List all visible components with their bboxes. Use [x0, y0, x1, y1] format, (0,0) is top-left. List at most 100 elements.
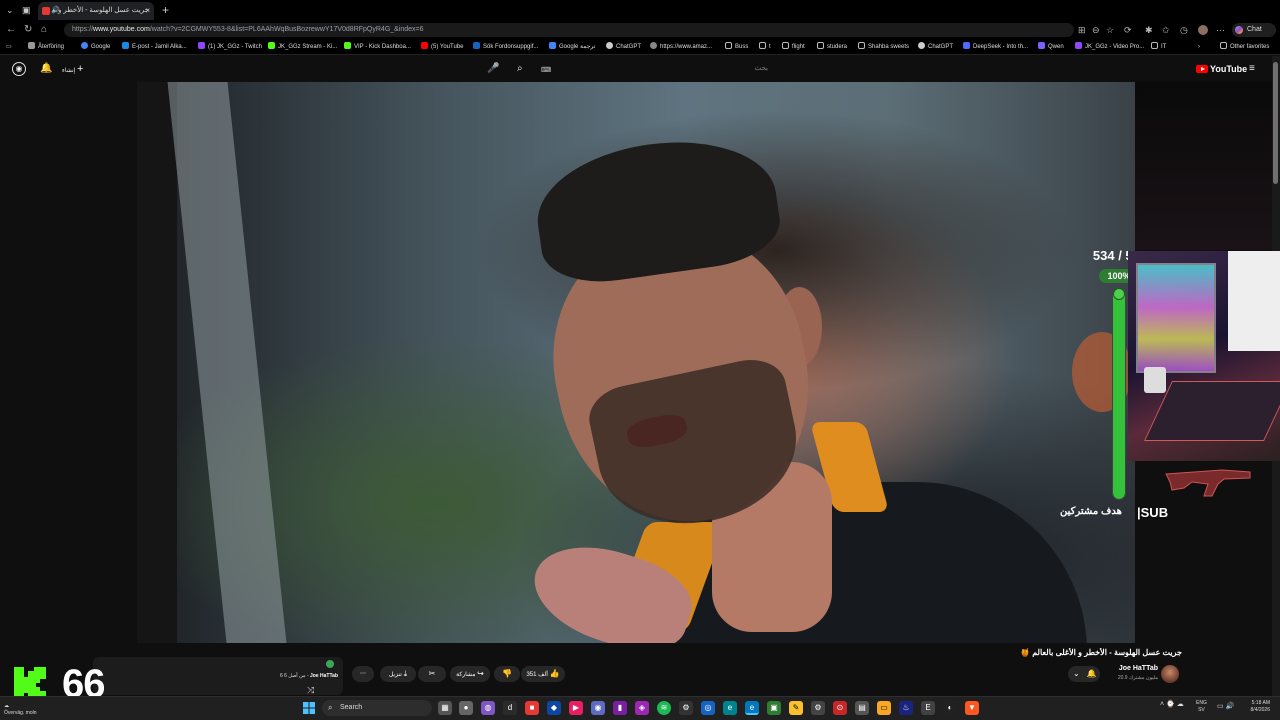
bookmark-item[interactable]: E-post - Jamil Alka...	[122, 40, 187, 55]
edge-icon[interactable]: e	[723, 701, 737, 715]
clip-button[interactable]: ✂	[418, 666, 446, 682]
bookmark-item[interactable]: DeepSeek - Into th...	[963, 40, 1028, 55]
weather-widget[interactable]: ☁ Övervāg. moln	[4, 703, 37, 717]
search-icon[interactable]: ⌕	[517, 62, 523, 76]
home-icon[interactable]: ⌂	[41, 23, 47, 37]
settings-app-icon[interactable]: ⚙	[811, 701, 825, 715]
back-icon[interactable]: ←	[6, 23, 16, 37]
speaker-icon[interactable]: 🔊	[51, 2, 60, 20]
discord-icon[interactable]: ◉	[591, 701, 605, 715]
twitch-app-icon[interactable]: ▮	[613, 701, 627, 715]
favorites-icon[interactable]: ✩	[1162, 24, 1170, 36]
steam-client-icon[interactable]: ♨	[899, 701, 913, 715]
address-input[interactable]: https://www.youtube.com/watch?v=2CGMWY55…	[64, 23, 1074, 37]
studio-app-icon[interactable]: ◈	[635, 701, 649, 715]
create-button[interactable]: إنشاء +	[62, 62, 96, 76]
more-bookmarks-chevron-icon[interactable]: ›	[1198, 40, 1200, 55]
scrollbar-thumb[interactable]	[1273, 62, 1278, 184]
store-icon[interactable]: ▣	[767, 701, 781, 715]
bookmark-item[interactable]: Sök Fordonsuppgif...	[473, 40, 538, 55]
tray-app-icon[interactable]: ⌚	[1166, 701, 1175, 708]
tab-actions-icon[interactable]: ⌄	[6, 0, 14, 20]
microphone-icon[interactable]: 🎤	[487, 62, 499, 76]
account-avatar-icon[interactable]: ◉	[12, 62, 26, 76]
recording-app-icon[interactable]: ■	[525, 701, 539, 715]
shuffle-icon[interactable]: ⤨	[307, 685, 314, 695]
new-tab-icon[interactable]: +	[162, 2, 169, 18]
obs-icon[interactable]: ◍	[481, 701, 495, 715]
edge-active-icon[interactable]: e	[745, 701, 759, 715]
chat-app-icon[interactable]: ◎	[701, 701, 715, 715]
refresh-ext-icon[interactable]: ⟳	[1124, 24, 1132, 36]
tab-active[interactable]: 🔊 جريت عسل الهلوسة - الأخطر و ×	[38, 2, 154, 20]
extensions-icon[interactable]: ✱	[1145, 24, 1153, 36]
zoom-icon[interactable]: ⊖	[1092, 24, 1100, 36]
dislike-button[interactable]: 👎	[494, 666, 520, 682]
bookmark-item[interactable]: JK_GGz - Video Pro...	[1075, 40, 1144, 55]
bookmark-item[interactable]: https://www.amaz...	[650, 40, 712, 55]
copilot-chat-button[interactable]: Chat	[1232, 23, 1276, 37]
bookmark-item[interactable]: (1) JK_GGz - Twitch	[198, 40, 262, 55]
profile-avatar-icon[interactable]	[1198, 25, 1208, 35]
bookmark-item[interactable]: Google	[81, 40, 110, 55]
bookmark-item[interactable]: studera	[817, 40, 847, 55]
like-button[interactable]: 351 ألف 👍	[521, 666, 565, 682]
settings-more-icon[interactable]: ⋯	[1216, 24, 1225, 36]
close-tab-icon[interactable]: ×	[145, 2, 150, 20]
brave-icon[interactable]: ▼	[965, 701, 979, 715]
task-view-icon[interactable]: ▦	[438, 701, 452, 715]
grid-app-icon[interactable]: ▤	[855, 701, 869, 715]
more-actions-button[interactable]: ⋯	[352, 666, 374, 682]
bookmark-item[interactable]: VIP - Kick Dashboa...	[344, 40, 411, 55]
system-clock[interactable]: 5:18 AM 8/4/2026	[1240, 700, 1270, 714]
other-favorites[interactable]: Other favorites	[1220, 40, 1269, 55]
steam-icon[interactable]: ⚙	[679, 701, 693, 715]
spotify-icon[interactable]: ≋	[657, 701, 671, 715]
mic-app-icon[interactable]: ●	[459, 701, 473, 715]
input-language[interactable]: ENG SV	[1196, 700, 1207, 714]
system-tray[interactable]: ˄ ⌚ ☁	[1160, 700, 1184, 708]
subscribed-bell-button[interactable]: ⌄ 🔔	[1068, 666, 1100, 682]
youtube-logo[interactable]: YouTube	[1196, 63, 1247, 75]
bookmark-item[interactable]: t	[759, 40, 771, 55]
tray-cloud-icon[interactable]: ☁	[1177, 701, 1184, 708]
workspaces-icon[interactable]: ▣	[22, 0, 31, 20]
video-player[interactable]	[137, 82, 1135, 643]
windows-start-icon[interactable]	[303, 702, 315, 714]
bookmark-item[interactable]: flight	[782, 40, 805, 55]
bookmark-item[interactable]: Google ترجمة	[549, 40, 595, 55]
bookmark-item[interactable]: Buss	[725, 40, 748, 55]
bookmark-item[interactable]: IT	[1151, 40, 1166, 55]
bookmark-item[interactable]: ChatGPT	[606, 40, 641, 55]
network-volume-battery-icons[interactable]: ▭ 🔊	[1217, 702, 1234, 710]
editor-app-icon[interactable]: ◆	[547, 701, 561, 715]
history-icon[interactable]: ◷	[1180, 24, 1188, 36]
bookmark-label: ChatGPT	[616, 44, 642, 50]
notes-app-icon[interactable]: ✎	[789, 701, 803, 715]
bookmark-item[interactable]: Qwen	[1038, 40, 1064, 55]
channel-name[interactable]: Joe HaTTab	[1100, 665, 1158, 672]
app-available-icon[interactable]: ⊞	[1078, 24, 1086, 36]
hamburger-menu-icon[interactable]: ≡	[1249, 62, 1255, 76]
tray-chevron-icon[interactable]: ˄	[1160, 701, 1164, 708]
reload-icon[interactable]: ↻	[24, 23, 32, 37]
bookmark-item[interactable]: (5) YouTube	[421, 40, 463, 55]
media-app-icon[interactable]: ▶	[569, 701, 583, 715]
browser-app-icon[interactable]: ◐	[943, 701, 957, 715]
favorite-star-icon[interactable]: ☆	[1106, 24, 1114, 36]
bookmark-item[interactable]: Shahba sweets	[858, 40, 909, 55]
share-button[interactable]: مشاركة ↪	[450, 666, 490, 682]
bookmark-item[interactable]: JK_GGz Stream - Ki...	[268, 40, 337, 55]
file-explorer-icon[interactable]: ▭	[877, 701, 891, 715]
bookmark-item[interactable]: Återföring	[28, 40, 64, 55]
davinci-icon[interactable]: d	[503, 701, 517, 715]
search-input[interactable]: بحث	[532, 61, 772, 77]
channel-avatar[interactable]	[1161, 665, 1179, 683]
notifications-bell-icon[interactable]: 🔔	[40, 62, 52, 76]
download-button[interactable]: تنزيل ⤓	[380, 666, 416, 682]
recorder-app-icon[interactable]: ⊙	[833, 701, 847, 715]
bookmark-item[interactable]: ChatGPT	[918, 40, 953, 55]
taskbar-search[interactable]: ⌕ Search	[322, 700, 432, 716]
collections-icon[interactable]: ▭	[6, 40, 12, 55]
epic-games-icon[interactable]: E	[921, 701, 935, 715]
